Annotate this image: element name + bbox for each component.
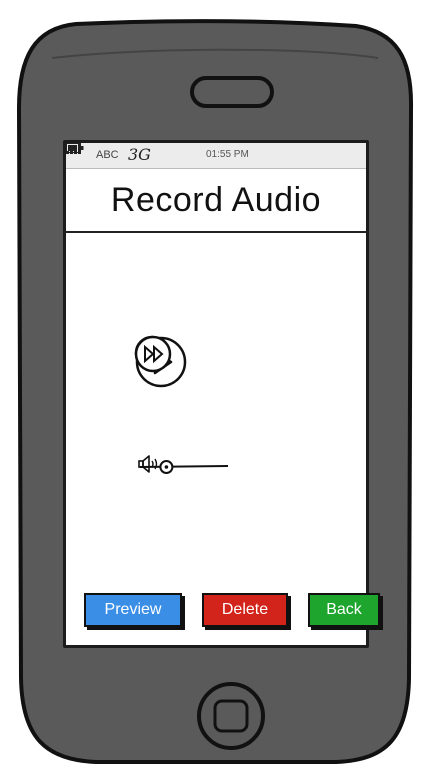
page-title: Record Audio <box>110 181 322 219</box>
volume-slider[interactable] <box>138 455 230 479</box>
carrier-label: ABC <box>96 149 119 161</box>
volume-slider-thumb[interactable] <box>159 460 174 474</box>
speaker-slot <box>190 76 274 108</box>
status-bar: ABC 3G 01:55 PM <box>66 143 366 169</box>
action-bar: Preview Delete Back <box>66 593 380 633</box>
back-button[interactable]: Back <box>308 593 380 627</box>
battery-icon <box>66 143 84 153</box>
playback-controls <box>134 335 314 395</box>
phone-screen: ABC 3G 01:55 PM Record Audio Preview Del… <box>63 140 380 648</box>
preview-button[interactable]: Preview <box>84 593 182 627</box>
title-bar: Record Audio <box>66 169 366 233</box>
phone-frame: ABC 3G 01:55 PM Record Audio Preview Del… <box>16 18 415 764</box>
fast-forward-icon[interactable] <box>134 335 172 373</box>
status-time: 01:55 PM <box>206 149 249 160</box>
mockup-canvas: ABC 3G 01:55 PM Record Audio Preview Del… <box>0 0 425 772</box>
delete-button[interactable]: Delete <box>202 593 288 627</box>
volume-control <box>138 455 258 479</box>
home-button[interactable] <box>197 682 265 750</box>
network-type: 3G <box>128 145 151 164</box>
